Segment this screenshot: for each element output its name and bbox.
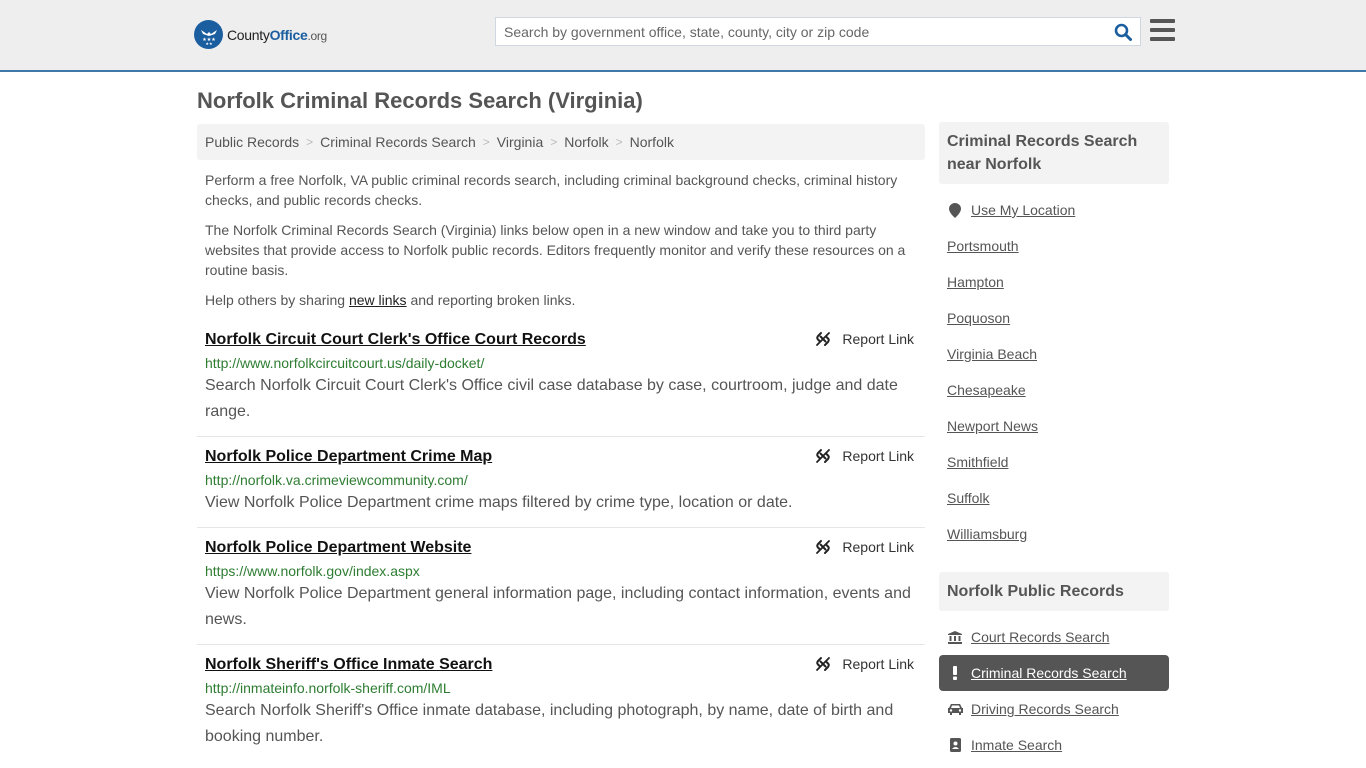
hamburger-menu-button[interactable] [1150,19,1175,41]
menu-bar [1150,28,1175,32]
hamburger-menu-icon [1150,19,1175,23]
sidebar-item-inmate-search[interactable]: Inmate Search [947,737,1062,753]
sidebar-item-court-records[interactable]: Court Records Search [947,629,1110,645]
public-records-heading: Norfolk Public Records [939,572,1169,611]
result-title-link[interactable]: Norfolk Police Department Crime Map [205,447,492,467]
result-item: Norfolk Circuit Court Clerk's Office Cou… [197,330,925,437]
report-link-label: Report Link [842,331,914,347]
report-link-label: Report Link [842,656,914,672]
id-badge-icon [947,738,963,752]
nearby-heading: Criminal Records Search near Norfolk [939,122,1169,184]
broken-link-icon [816,449,831,463]
site-header: ★★★ ★★ CountyOffice.org [0,0,1366,72]
use-my-location-link[interactable]: Use My Location [947,202,1075,218]
broken-link-icon [816,657,831,671]
broken-link-icon [816,332,831,346]
breadcrumb-virginia[interactable]: Virginia [497,134,543,150]
nearby-city-link[interactable]: Virginia Beach [947,346,1037,362]
intro-paragraph-1: Perform a free Norfolk, VA public crimin… [205,172,898,208]
result-description: View Norfolk Police Department crime map… [205,494,793,511]
new-links-link[interactable]: new links [349,292,407,308]
svg-text:★★: ★★ [205,41,213,46]
nearby-city-link[interactable]: Chesapeake [947,382,1026,398]
eagle-icon: ★★★ ★★ [194,20,223,49]
breadcrumb-separator: > [615,135,623,149]
intro-text: Help others by sharing [205,292,349,308]
breadcrumb-public-records[interactable]: Public Records [205,134,299,150]
breadcrumb: Public Records > Criminal Records Search… [197,124,925,160]
result-item: Norfolk Sheriff's Office Inmate Search R… [197,655,925,762]
result-item: Norfolk Police Department Website Report… [197,538,925,645]
breadcrumb-separator: > [550,135,558,149]
page-title: Norfolk Criminal Records Search (Virgini… [197,88,643,113]
nearby-city-link[interactable]: Smithfield [947,454,1008,470]
nearby-city-link[interactable]: Portsmouth [947,238,1019,254]
menu-bar [1150,37,1175,41]
broken-link-icon [816,540,831,554]
intro-text: and reporting broken links. [406,292,576,308]
report-link-button[interactable]: Report Link [815,656,914,672]
breadcrumb-norfolk-county[interactable]: Norfolk [564,134,608,150]
nearby-city-link[interactable]: Hampton [947,274,1004,290]
sidebar-item-label: Inmate Search [971,737,1063,753]
search-icon [1114,23,1132,41]
exclamation-icon [947,666,963,680]
courthouse-icon [947,630,963,644]
result-title-link[interactable]: Norfolk Circuit Court Clerk's Office Cou… [205,330,586,350]
search-button[interactable] [1106,18,1140,45]
intro-paragraph-3: Help others by sharing new links and rep… [205,290,917,310]
report-link-button[interactable]: Report Link [815,539,914,555]
report-link-label: Report Link [842,539,914,555]
result-description: Search Norfolk Sheriff's Office inmate d… [205,702,894,745]
sidebar-item-criminal-records[interactable]: Criminal Records Search [947,665,1127,681]
sidebar-item-label: Criminal Records Search [971,665,1127,681]
logo-text: CountyOffice.org [227,26,327,43]
nearby-city-link[interactable]: Suffolk [947,490,990,506]
search-box [495,17,1141,46]
result-url[interactable]: https://www.norfolk.gov/index.aspx [205,562,917,580]
sidebar-item-label: Driving Records Search [971,701,1119,717]
report-link-button[interactable]: Report Link [815,448,914,464]
result-description: View Norfolk Police Department general i… [205,585,911,628]
breadcrumb-separator: > [482,135,490,149]
intro-paragraph-2: The Norfolk Criminal Records Search (Vir… [205,222,906,278]
nearby-city-link[interactable]: Poquoson [947,310,1010,326]
report-link-label: Report Link [842,448,914,464]
result-description: Search Norfolk Circuit Court Clerk's Off… [205,377,898,420]
sidebar-item-label: Court Records Search [971,629,1110,645]
car-icon [947,703,963,715]
result-url[interactable]: http://inmateinfo.norfolk-sheriff.com/IM… [205,679,917,697]
result-title-link[interactable]: Norfolk Sheriff's Office Inmate Search [205,655,492,675]
nearby-city-link[interactable]: Newport News [947,418,1038,434]
map-marker-icon [947,202,963,218]
use-my-location-label: Use My Location [971,202,1076,218]
breadcrumb-criminal-records-search[interactable]: Criminal Records Search [320,134,476,150]
nearby-city-link[interactable]: Williamsburg [947,526,1027,542]
breadcrumb-separator: > [306,135,314,149]
result-url[interactable]: http://www.norfolkcircuitcourt.us/daily-… [205,354,917,372]
result-url[interactable]: http://norfolk.va.crimeviewcommunity.com… [205,471,917,489]
sidebar-item-driving-records[interactable]: Driving Records Search [947,701,1119,717]
result-title-link[interactable]: Norfolk Police Department Website [205,538,471,558]
search-input[interactable] [496,18,1106,45]
breadcrumb-norfolk-city[interactable]: Norfolk [630,134,674,150]
report-link-button[interactable]: Report Link [815,331,914,347]
logo[interactable]: ★★★ ★★ CountyOffice.org [194,20,327,49]
result-item: Norfolk Police Department Crime Map Repo… [197,447,925,528]
